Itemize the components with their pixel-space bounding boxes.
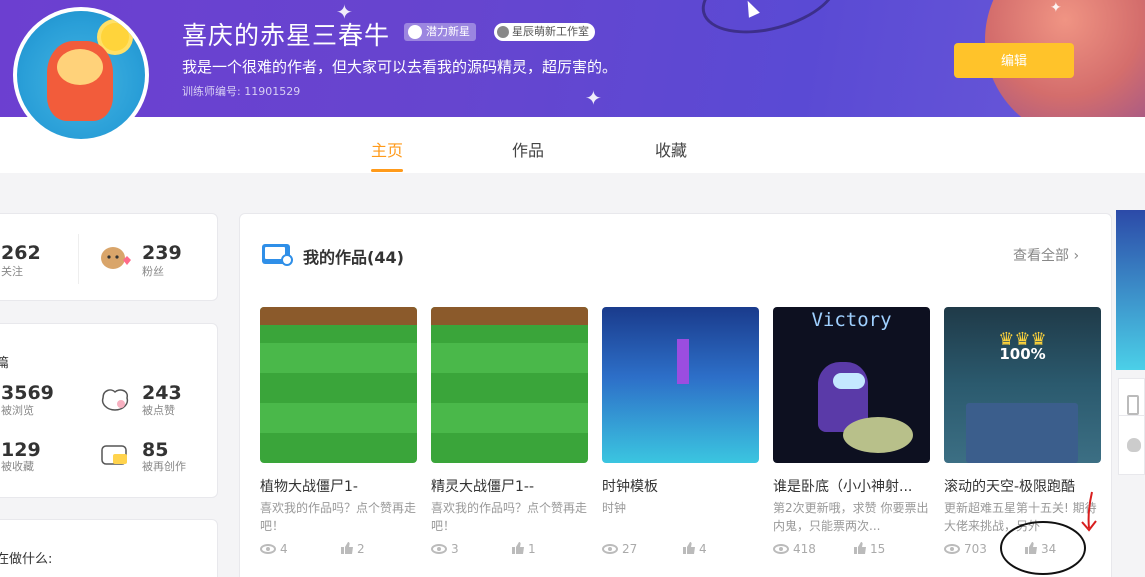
work-desc: 第2次更新哦，求赞 你要票出内鬼，只能票两次... (773, 501, 929, 533)
badge-icon (408, 25, 422, 39)
work-thumbnail[interactable] (260, 307, 417, 463)
pillar-shape (677, 339, 689, 384)
work-thumbnail[interactable]: ♛♛♛ 100% (944, 307, 1101, 463)
work-title[interactable]: 时钟模板 (602, 476, 759, 496)
work-views: 27 (622, 542, 638, 556)
work-desc: 喜欢我的作品吗？点个赞再走吧！ (260, 501, 417, 533)
edit-button[interactable]: 编辑 (954, 43, 1074, 78)
badge-label: 潜力新星 (426, 25, 470, 38)
chevron-right-icon: › (1073, 248, 1080, 264)
eye-icon (431, 544, 447, 554)
profile-tabs: 主页 作品 收藏 (0, 117, 1145, 173)
fans-label: 粉丝 (142, 265, 164, 278)
thumb-text: Victory (811, 309, 892, 331)
thumbs-up-icon[interactable] (1024, 541, 1038, 555)
orbit-decoration (693, 0, 847, 47)
view-all-label: 查看全部 (1013, 248, 1069, 264)
qq-icon (1127, 438, 1141, 452)
side-tool-service[interactable] (1118, 415, 1145, 475)
follow-card: 262 关注 239 粉丝 (0, 213, 218, 301)
star-icon: ✦ (585, 86, 602, 110)
works-icon (262, 244, 293, 266)
work-thumbnail[interactable] (431, 307, 588, 463)
work-views: 703 (964, 542, 987, 556)
side-ad-banner[interactable] (1116, 210, 1145, 370)
studio-icon (497, 26, 509, 38)
work-thumbnail[interactable] (602, 307, 759, 463)
work-likes: 34 (1041, 542, 1057, 556)
work-title[interactable]: 精灵大战僵尸1-- (431, 476, 588, 496)
work-views: 418 (793, 542, 816, 556)
level-panel (966, 403, 1078, 463)
eye-icon (773, 544, 789, 554)
remix-icon (101, 445, 127, 465)
sun-icon (101, 23, 129, 51)
work-likes: 2 (357, 542, 365, 556)
tab-home[interactable]: 主页 (371, 137, 403, 161)
likes-label: 被点赞 (142, 404, 175, 417)
thumbs-up-icon[interactable] (682, 541, 696, 555)
studio-label: 星辰萌新工作室 (512, 25, 589, 38)
work-title[interactable]: 谁是卧底（小小神射... (773, 476, 930, 496)
remixed-label: 被再创作 (142, 460, 186, 473)
profile-banner: ✦ ✦ ✦ 喜庆的赤星三春牛 潜力新星 星辰萌新工作室 我是一个很难的作者，但大… (0, 0, 1145, 117)
following-count[interactable]: 262 (1, 242, 41, 264)
work-desc: 更新超难五星第十五关! 期待大佬来挑战，另外 (944, 501, 1097, 533)
views-icon (101, 389, 129, 411)
doing-label: 在做什么: (0, 552, 53, 567)
star-icon: ✦ (1050, 0, 1062, 16)
thumbs-up-icon[interactable] (511, 541, 525, 555)
shell-shape (843, 417, 913, 453)
studio-badge[interactable]: 星辰萌新工作室 (494, 23, 595, 41)
phone-icon (1127, 395, 1139, 415)
data-card: 篇 3569 被浏览 243 被点赞 129 被收藏 85 被再创作 (0, 323, 218, 498)
work-thumbnail[interactable]: Victory (773, 307, 930, 463)
views-label: 被浏览 (1, 404, 34, 417)
ox-face (57, 49, 103, 85)
work-likes: 15 (870, 542, 886, 556)
fans-count[interactable]: 239 (142, 242, 182, 264)
tab-works[interactable]: 作品 (512, 137, 544, 161)
data-section-label: 篇 (0, 356, 10, 371)
work-desc: 喜欢我的作品吗？点个赞再走吧！ (431, 501, 588, 533)
trainer-id: 训练师编号: 11901529 (182, 85, 301, 98)
visor-shape (833, 373, 865, 389)
tab-favorites[interactable]: 收藏 (655, 137, 687, 161)
views-count: 3569 (1, 382, 54, 404)
avatar[interactable] (13, 7, 149, 143)
likes-count: 243 (142, 382, 182, 404)
status-card: 在做什么: (0, 519, 218, 577)
work-likes: 4 (699, 542, 707, 556)
thumb-text: 100% (999, 345, 1046, 363)
username: 喜庆的赤星三春牛 (182, 21, 391, 50)
work-likes: 1 (528, 542, 536, 556)
eye-icon (944, 544, 960, 554)
works-title: 我的作品(44) (303, 248, 404, 267)
work-views: 4 (280, 542, 288, 556)
profile-intro: 我是一个很难的作者，但大家可以去看我的源码精灵，超厉害的。 (182, 58, 618, 76)
potential-badge: 潜力新星 (404, 23, 476, 41)
view-all-link[interactable]: 查看全部 › (1013, 245, 1079, 265)
work-views: 3 (451, 542, 459, 556)
following-label: 关注 (1, 265, 23, 278)
work-title[interactable]: 滚动的天空-极限跑酷 (944, 476, 1101, 496)
eye-icon (260, 544, 276, 554)
thumbs-up-icon[interactable] (340, 541, 354, 555)
divider (78, 234, 79, 284)
active-tab-indicator (371, 169, 403, 172)
thumbs-up-icon[interactable] (853, 541, 867, 555)
fans-icon (101, 247, 131, 269)
eye-icon (602, 544, 618, 554)
avatar-image (17, 11, 145, 139)
collected-label: 被收藏 (1, 460, 34, 473)
work-title[interactable]: 植物大战僵尸1- (260, 476, 417, 496)
work-desc: 时钟 (602, 501, 627, 515)
